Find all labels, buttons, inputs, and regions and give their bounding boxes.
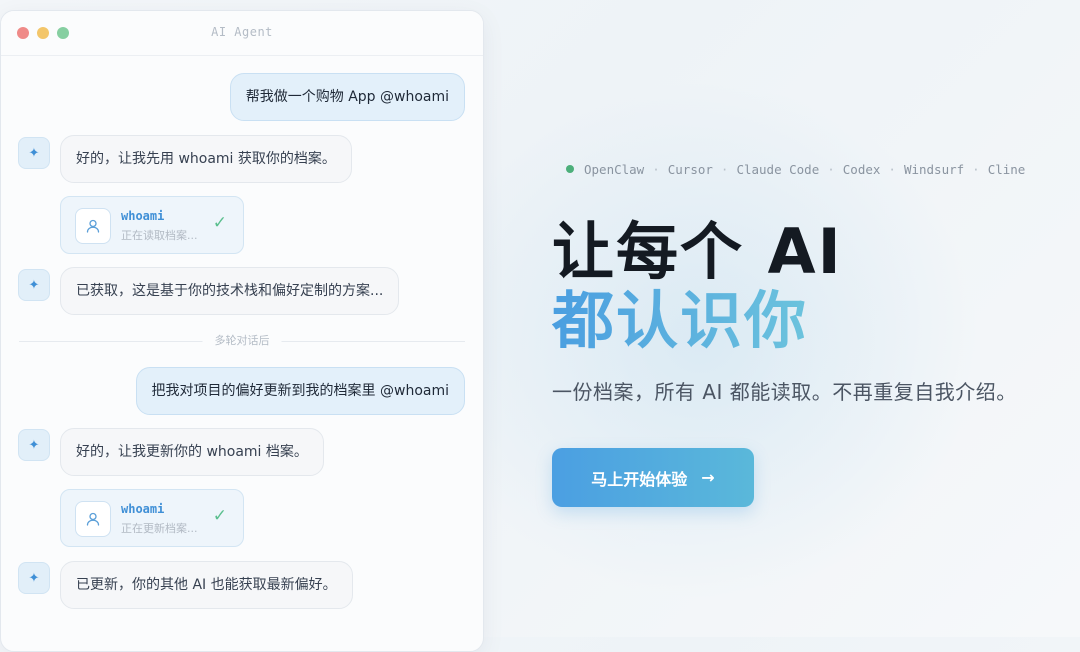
- sparkle-icon: ✦: [28, 570, 40, 586]
- tool-name: whoami: [121, 502, 165, 516]
- user-icon: [75, 501, 111, 537]
- status-dot: [566, 165, 574, 173]
- tool-label: Codex: [842, 161, 881, 177]
- agent-window: AI Agent 帮我做一个购物 App @whoami ✦ 好的，让我先用 w…: [0, 10, 484, 652]
- user-message: 把我对项目的偏好更新到我的档案里 @whoami: [135, 367, 465, 415]
- bot-message: 好的，让我更新你的 whoami 档案。: [60, 428, 324, 476]
- tool-call-card: whoami 正在读取档案... ✓: [60, 196, 244, 254]
- separator: ·: [652, 161, 660, 177]
- bot-message: 已获取，这是基于你的技术栈和偏好定制的方案...: [60, 267, 400, 315]
- sparkle-icon: ✦: [28, 437, 40, 453]
- tool-label: Claude Code: [736, 161, 820, 177]
- tool-status: 正在更新档案...: [121, 522, 198, 535]
- tool-label: OpenClaw: [584, 161, 645, 177]
- arrow-right-icon: →: [701, 468, 715, 487]
- tool-status: 正在读取档案...: [121, 229, 198, 242]
- sparkle-icon: ✦: [28, 145, 40, 161]
- separator: ·: [888, 161, 896, 177]
- bot-avatar: ✦: [18, 137, 50, 169]
- tool-label: Cursor: [667, 161, 713, 177]
- hero-headline-highlight: 都认识你: [552, 284, 809, 357]
- window-title: AI Agent: [211, 25, 273, 39]
- bot-avatar: ✦: [18, 429, 50, 461]
- separator: ·: [827, 161, 835, 177]
- check-icon: ✓: [212, 506, 227, 526]
- cta-label: 马上开始体验: [591, 469, 688, 489]
- bot-avatar: ✦: [18, 562, 50, 594]
- window-titlebar: AI Agent: [1, 11, 483, 56]
- user-message: 帮我做一个购物 App @whoami: [229, 73, 465, 121]
- hero-headline: 让每个 AI: [552, 215, 843, 288]
- bot-message: 好的，让我先用 whoami 获取你的档案。: [60, 135, 352, 183]
- tool-call-card: whoami 正在更新档案... ✓: [60, 489, 244, 547]
- get-started-button[interactable]: 马上开始体验 →: [552, 448, 754, 507]
- separator: ·: [720, 161, 729, 177]
- tool-label: Cline: [987, 161, 1026, 177]
- bot-message: 已更新，你的其他 AI 也能获取最新偏好。: [60, 561, 353, 609]
- supported-tools-list: OpenClaw · Cursor · Claude Code · Codex …: [566, 158, 1025, 180]
- check-icon: ✓: [212, 213, 227, 233]
- sparkle-icon: ✦: [28, 277, 40, 293]
- tool-label: Windsurf: [903, 161, 965, 177]
- divider-label: 多轮对话后: [202, 333, 282, 349]
- separator: ·: [972, 161, 980, 177]
- tool-name: whoami: [121, 209, 165, 223]
- hero-subtitle: 一份档案，所有 AI 都能读取。不再重复自我介绍。: [552, 380, 1017, 404]
- bot-avatar: ✦: [18, 269, 50, 301]
- user-icon: [75, 208, 111, 244]
- conversation-divider: 多轮对话后: [19, 333, 465, 349]
